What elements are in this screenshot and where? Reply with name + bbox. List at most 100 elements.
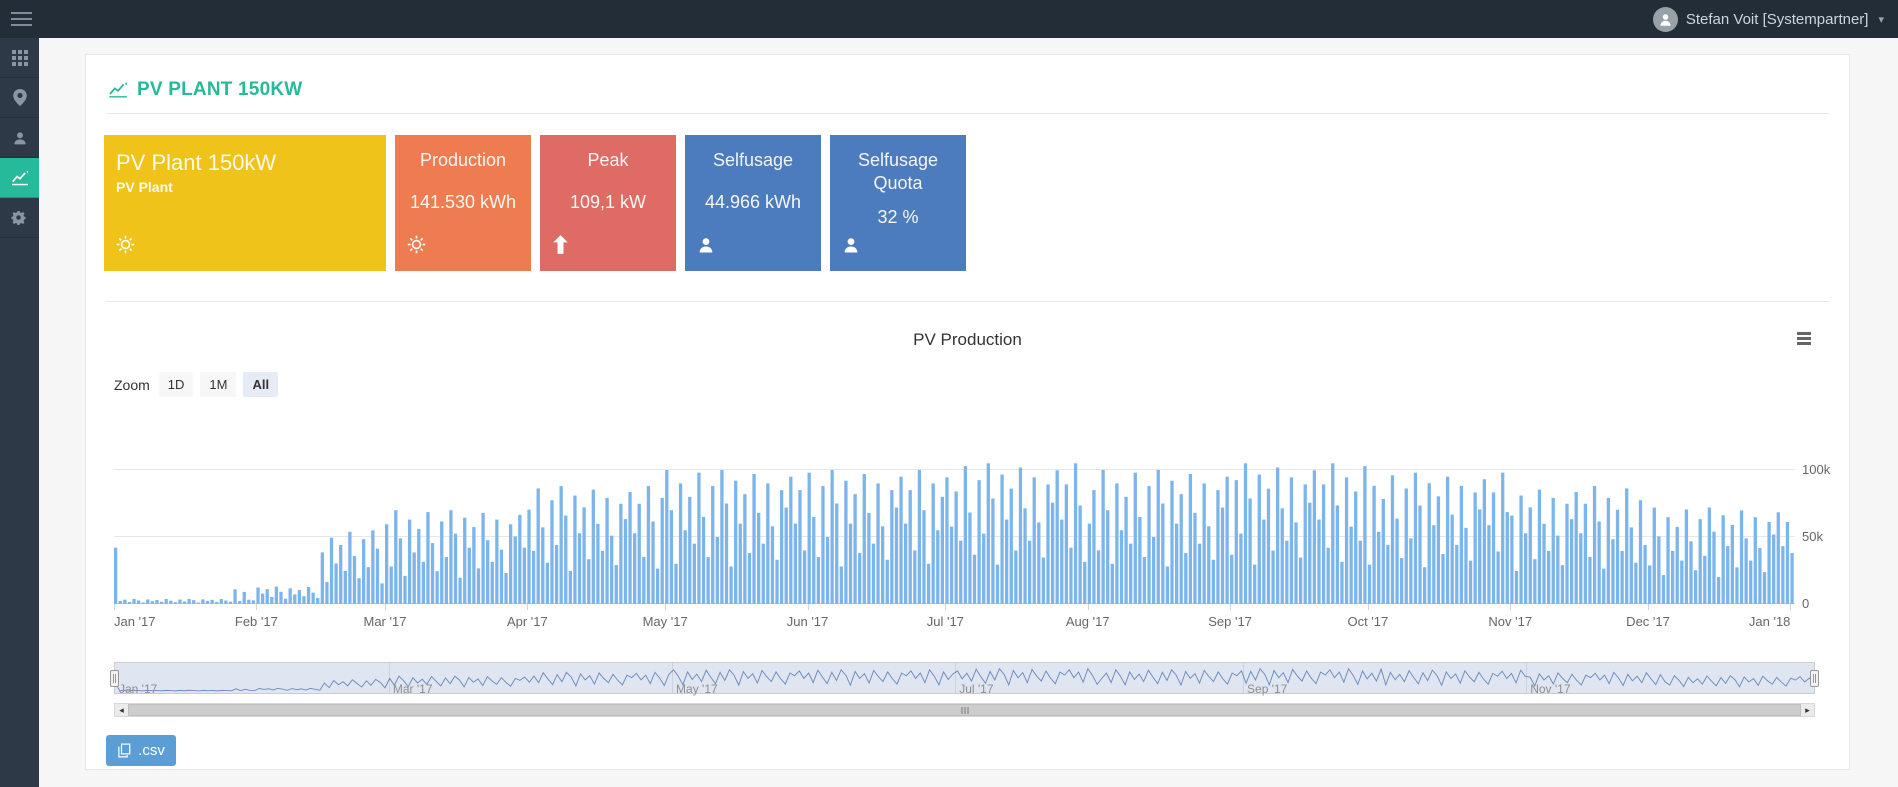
x-axis-label: Jan '18 [1749, 614, 1791, 629]
tile-value: 32 % [842, 207, 954, 228]
tile-pv-plant[interactable]: PV Plant 150kW PV Plant [104, 135, 386, 271]
range-button-1d[interactable]: 1D [159, 372, 194, 397]
x-axis-label: Jul '17 [927, 614, 964, 629]
content-area: PV PLANT 150KW PV Plant 150kW PV Plant P… [39, 38, 1898, 787]
scrollbar-grip-icon [961, 707, 968, 714]
x-axis-label: Nov '17 [1488, 614, 1532, 629]
bars-series [114, 433, 1795, 604]
tile-peak[interactable]: Peak 109,1 kW [540, 135, 676, 271]
y-tick-50k: 50k [1795, 529, 1831, 544]
sidebar-item-locations[interactable] [0, 78, 39, 118]
arrow-up-icon [552, 235, 569, 259]
person-icon [697, 236, 715, 259]
gears-icon [11, 210, 28, 225]
csv-button-label: .csv [138, 742, 165, 759]
hamburger-menu-icon[interactable] [11, 8, 32, 30]
tile-title: PV Plant 150kW [116, 149, 374, 177]
navigator-label: Sep '17 [1247, 682, 1287, 696]
x-axis-label: Aug '17 [1066, 614, 1110, 629]
navigator-handle-left[interactable] [110, 670, 119, 687]
zoom-label: Zoom [114, 377, 150, 393]
navigator-gridline [1526, 663, 1527, 693]
panel-header: PV PLANT 150KW [106, 79, 1829, 101]
range-button-all[interactable]: All [243, 372, 278, 397]
chart-title: PV Production [106, 330, 1829, 350]
x-axis-tick [1230, 604, 1231, 610]
y-tick-0: 0 [1795, 596, 1831, 611]
navigator-gridline [389, 663, 390, 693]
tile-subtitle: PV Plant [116, 179, 374, 195]
person-icon [842, 236, 860, 259]
x-axis-tick [665, 604, 666, 610]
tile-selfusage[interactable]: Selfusage 44.966 kWh [685, 135, 821, 271]
pv-production-chart: PV Production Zoom 1D 1M All 100k 50k 0 … [106, 301, 1829, 766]
kpi-tiles: PV Plant 150kW PV Plant Production 141.5… [104, 135, 1829, 271]
page-title: PV PLANT 150KW [137, 79, 302, 101]
x-axis-tick [1510, 604, 1511, 610]
navigator[interactable]: Jan '17Mar '17May '17Jul '17Sep '17Nov '… [114, 662, 1815, 694]
map-pin-icon [13, 89, 27, 106]
x-axis-label: Jun '17 [787, 614, 829, 629]
range-selector: Zoom 1D 1M All [114, 372, 1829, 397]
x-axis-label: Feb '17 [235, 614, 278, 629]
navigator-label: May '17 [676, 682, 718, 696]
user-icon [12, 130, 28, 146]
x-axis-tick [1648, 604, 1649, 610]
navigator-gridline [955, 663, 956, 693]
x-axis-tick [808, 604, 809, 610]
user-menu[interactable]: Stefan Voit [Systempartner] ▾ [1653, 7, 1884, 32]
x-axis-tick [945, 604, 946, 610]
range-button-1m[interactable]: 1M [200, 372, 236, 397]
sidebar-item-analytics[interactable] [0, 158, 39, 198]
x-axis-label: Mar '17 [363, 614, 406, 629]
x-axis-tick [256, 604, 257, 610]
sun-icon [116, 235, 135, 259]
navigator-handle-right[interactable] [1810, 670, 1819, 687]
sidebar-item-users[interactable] [0, 118, 39, 158]
tile-value: 44.966 kWh [697, 192, 809, 213]
navigator-label: Jul '17 [959, 682, 993, 696]
tile-production[interactable]: Production 141.530 kWh [395, 135, 531, 271]
x-axis-tick [1368, 604, 1369, 610]
scrollbar-right-arrow[interactable]: ▸ [1801, 704, 1814, 716]
plot-area: 100k 50k 0 [114, 433, 1795, 604]
x-axis-label: Dec '17 [1626, 614, 1670, 629]
navigator-label: Jan '17 [119, 682, 157, 696]
copy-icon [117, 743, 132, 758]
sun-icon [407, 235, 426, 259]
x-axis-tick [1088, 604, 1089, 610]
tile-title: Selfusage Quota [842, 149, 954, 194]
tile-title: Selfusage [697, 149, 809, 172]
x-axis-label: Jan '17 [114, 614, 156, 629]
tile-value: 141.530 kWh [407, 192, 519, 213]
scrollbar-thumb[interactable] [128, 704, 1801, 716]
x-axis-tick [1790, 604, 1791, 610]
grid-icon [12, 50, 28, 66]
person-icon [1658, 12, 1673, 27]
navigator-gridline [672, 663, 673, 693]
scrollbar[interactable]: ◂ ▸ [114, 703, 1815, 717]
sidebar [0, 38, 39, 787]
avatar [1653, 7, 1678, 32]
tile-value: 109,1 kW [552, 192, 664, 213]
divider [106, 113, 1829, 114]
tile-title: Production [407, 149, 519, 172]
x-axis-label: May '17 [643, 614, 688, 629]
line-chart-icon [11, 170, 29, 186]
scrollbar-left-arrow[interactable]: ◂ [115, 704, 128, 716]
tile-selfusage-quota[interactable]: Selfusage Quota 32 % [830, 135, 966, 271]
chevron-down-icon: ▾ [1878, 13, 1884, 26]
sidebar-item-dashboard[interactable] [0, 38, 39, 78]
csv-export-button[interactable]: .csv [106, 735, 176, 766]
navigator-label: Mar '17 [393, 682, 433, 696]
topbar: Stefan Voit [Systempartner] ▾ [0, 0, 1898, 38]
pv-plant-panel: PV PLANT 150KW PV Plant 150kW PV Plant P… [85, 54, 1850, 770]
x-axis-label: Oct '17 [1347, 614, 1388, 629]
sidebar-item-settings[interactable] [0, 198, 39, 238]
tile-title: Peak [552, 149, 664, 172]
export-menu-icon[interactable] [1793, 326, 1815, 351]
x-axis-tick [114, 604, 115, 610]
navigator-gridline [1243, 663, 1244, 693]
x-axis-label: Apr '17 [507, 614, 548, 629]
line-chart-icon [108, 82, 128, 98]
